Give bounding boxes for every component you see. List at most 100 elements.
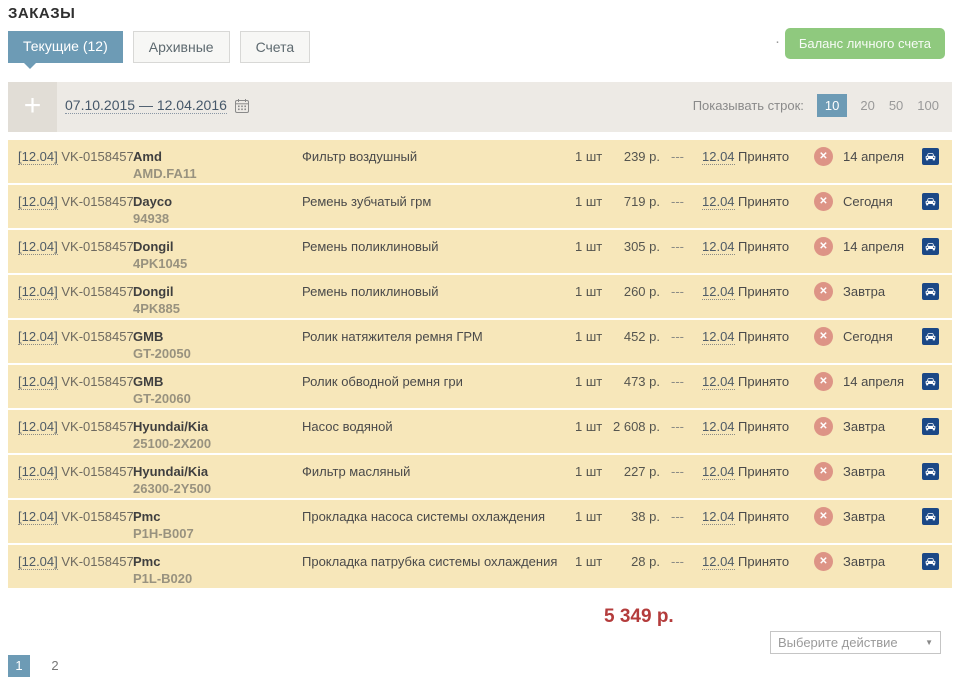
x-circle-icon[interactable]: ✕ (814, 147, 833, 166)
order-reference: [12.04] VK-0158457 (18, 284, 134, 300)
ship-date-text[interactable]: 12.04 (702, 419, 735, 435)
ship-date-text[interactable]: 12.04 (702, 329, 735, 345)
ship-date-text[interactable]: 12.04 (702, 194, 735, 210)
page-1-button[interactable]: 1 (8, 655, 30, 677)
x-circle-icon[interactable]: ✕ (814, 282, 833, 301)
ship-date-link[interactable]: 12.04 (702, 464, 735, 480)
brand-name: Hyundai/Kia (133, 464, 209, 479)
part-number: P1L-B020 (133, 571, 193, 586)
order-date-link[interactable]: [12.04] (18, 419, 58, 435)
dash-placeholder: --- (671, 149, 684, 164)
x-circle-icon[interactable]: ✕ (814, 462, 833, 481)
order-number: VK-0158457 (61, 194, 134, 209)
order-date-link[interactable]: [12.04] (18, 464, 58, 480)
action-select[interactable]: Выберите действие ▼ (770, 631, 941, 654)
ship-date-text[interactable]: 12.04 (702, 509, 735, 525)
order-date-link[interactable]: [12.04] (18, 239, 58, 255)
order-date-link[interactable]: [12.04] (18, 374, 58, 390)
x-circle-icon[interactable]: ✕ (814, 552, 833, 571)
x-circle-icon[interactable]: ✕ (814, 417, 833, 436)
x-circle-icon[interactable]: ✕ (814, 507, 833, 526)
part-description: Ролик обводной ремня гри (302, 374, 463, 389)
order-reference: [12.04] VK-0158457 (18, 149, 134, 165)
car-icon[interactable] (922, 238, 939, 255)
ship-date-link[interactable]: 12.04 (702, 284, 735, 300)
order-date-link[interactable]: [12.04] (18, 149, 58, 165)
order-date-link[interactable]: [12.04] (18, 509, 58, 525)
ship-date-link[interactable]: 12.04 (702, 509, 735, 525)
brand-name: GMB (133, 374, 164, 389)
part-description: Фильтр масляный (302, 464, 411, 479)
order-date-link[interactable]: [12.04] (18, 329, 58, 345)
order-date-link[interactable]: [12.04] (18, 554, 58, 570)
part-description: Ремень поликлиновый (302, 239, 439, 254)
car-icon[interactable] (922, 148, 939, 165)
ship-date-link[interactable]: 12.04 (702, 554, 735, 570)
rows-option-10[interactable]: 10 (816, 94, 848, 117)
rows-option-20[interactable]: 20 (860, 98, 874, 113)
tab-current-orders[interactable]: Текущие (12) (8, 31, 123, 69)
car-icon[interactable] (922, 463, 939, 480)
status-label: Принято (738, 374, 790, 389)
ship-date-link[interactable]: 12.04 (702, 419, 735, 435)
dash-placeholder: --- (671, 284, 684, 299)
page-2-button[interactable]: 2 (44, 655, 66, 677)
brand-name: Pmc (133, 509, 161, 524)
calendar-icon[interactable] (234, 98, 250, 114)
ship-date-text[interactable]: 12.04 (702, 149, 735, 165)
ship-date-link[interactable]: 12.04 (702, 329, 735, 345)
ship-date-text[interactable]: 12.04 (702, 374, 735, 390)
car-icon[interactable] (922, 418, 939, 435)
delivery-date: Завтра (843, 419, 886, 434)
order-date-link[interactable]: [12.04] (18, 194, 58, 210)
x-circle-icon[interactable]: ✕ (814, 372, 833, 391)
delivery-date: 14 апреля (843, 149, 904, 164)
price: 38 р. (631, 509, 660, 524)
table-row: [12.04] VK-0158457 Dongil 4PK885 Ремень … (8, 275, 952, 318)
ship-date-text[interactable]: 12.04 (702, 554, 735, 570)
rows-option-50[interactable]: 50 (889, 98, 903, 113)
ship-date-link[interactable]: 12.04 (702, 194, 735, 210)
ship-date-link[interactable]: 12.04 (702, 374, 735, 390)
plus-icon: + (23, 89, 42, 122)
order-reference: [12.04] VK-0158457 (18, 239, 134, 255)
part-number: P1H-B007 (133, 526, 194, 541)
order-reference: [12.04] VK-0158457 (18, 329, 134, 345)
order-number: VK-0158457 (61, 329, 134, 344)
car-icon[interactable] (922, 328, 939, 345)
car-icon[interactable] (922, 193, 939, 210)
add-order-button[interactable]: + (8, 82, 57, 132)
personal-balance-button[interactable]: Баланс личного счета (784, 28, 945, 59)
order-date-link[interactable]: [12.04] (18, 284, 58, 300)
table-row: [12.04] VK-0158457 Hyundai/Kia 25100-2X2… (8, 410, 952, 453)
ship-date-text[interactable]: 12.04 (702, 284, 735, 300)
ship-date-link[interactable]: 12.04 (702, 239, 735, 255)
order-reference: [12.04] VK-0158457 (18, 419, 134, 435)
delivery-date: Завтра (843, 554, 886, 569)
ship-date-text[interactable]: 12.04 (702, 239, 735, 255)
ship-date-link[interactable]: 12.04 (702, 149, 735, 165)
part-number: AMD.FA11 (133, 166, 197, 181)
date-range-control: 07.10.2015 — 12.04.2016 (65, 97, 250, 114)
car-icon[interactable] (922, 373, 939, 390)
x-circle-icon[interactable]: ✕ (814, 327, 833, 346)
price: 239 р. (623, 149, 660, 164)
x-circle-icon[interactable]: ✕ (814, 192, 833, 211)
x-circle-icon[interactable]: ✕ (814, 237, 833, 256)
part-number: 26300-2Y500 (133, 481, 212, 496)
separator-dot: · (775, 33, 780, 50)
order-number: VK-0158457 (61, 554, 134, 569)
car-icon[interactable] (922, 283, 939, 300)
part-description: Ремень поликлиновый (302, 284, 439, 299)
tab-archive-orders[interactable]: Архивные (132, 31, 230, 63)
page-title: ЗАКАЗЫ (8, 5, 76, 22)
ship-date-text[interactable]: 12.04 (702, 464, 735, 480)
tab-invoices[interactable]: Счета (239, 31, 311, 63)
car-icon[interactable] (922, 553, 939, 570)
car-icon[interactable] (922, 508, 939, 525)
rows-option-100[interactable]: 100 (917, 98, 939, 113)
rows-per-page-label: Показывать строк: (692, 98, 804, 113)
brand-name: Hyundai/Kia (133, 419, 209, 434)
part-number: GT-20050 (133, 346, 191, 361)
date-range-link[interactable]: 07.10.2015 — 12.04.2016 (65, 97, 227, 114)
